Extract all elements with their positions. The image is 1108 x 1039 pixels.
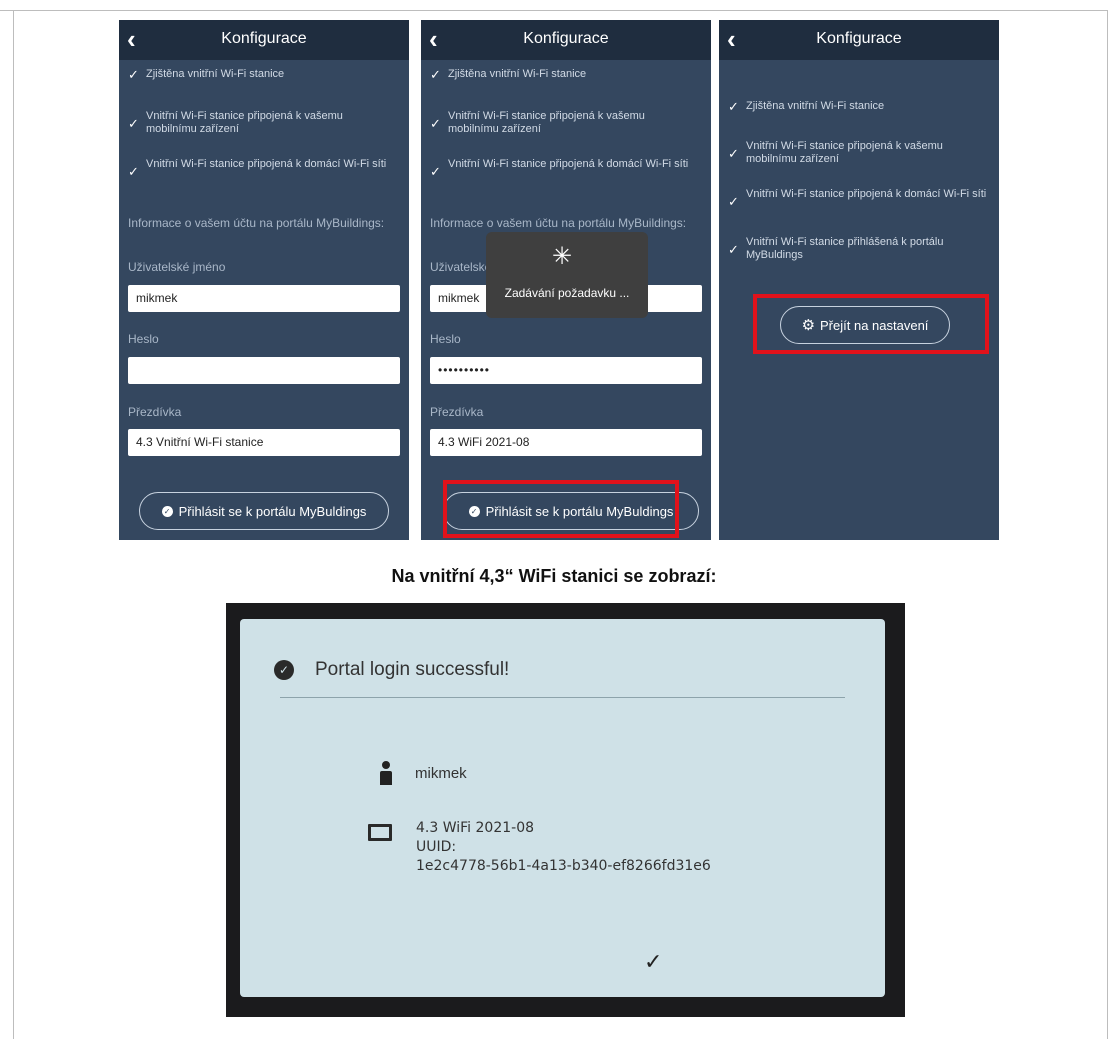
nickname-label: Přezdívka — [430, 405, 484, 419]
device-screen: ✓ Portal login successful! mikmek 4.3 Wi… — [240, 619, 885, 997]
monitor-icon — [368, 824, 392, 841]
step-connected-home-wifi: ✓ Vnitřní Wi-Fi stanice připojená k domá… — [128, 158, 387, 179]
check-icon: ✓ — [430, 67, 441, 82]
phone-screen-login-complete: ‹ Konfigurace ✓ Zjištěna vnitřní Wi-Fi s… — [719, 20, 999, 540]
device-photo: ✓ Portal login successful! mikmek 4.3 Wi… — [226, 603, 905, 1017]
account-info-label: Informace o vašem účtu na portálu MyBuil… — [128, 216, 385, 230]
username-label: Uživatelské jméno — [128, 260, 226, 274]
check-circle-icon: ✓ — [274, 660, 294, 680]
device-status-title: Portal login successful! — [315, 659, 510, 680]
step-connected-mobile: ✓ Vnitřní Wi-Fi stanice připojená k vaše… — [728, 140, 943, 165]
step-logged-in-portal: ✓ Vnitřní Wi-Fi stanice přihlášená k por… — [728, 236, 944, 261]
check-icon: ✓ — [128, 67, 139, 82]
password-input[interactable]: •••••••••• — [430, 357, 702, 384]
check-icon: ✓ — [728, 194, 739, 209]
password-input[interactable] — [128, 357, 400, 384]
nickname-input[interactable]: 4.3 Vnitřní Wi-Fi stanice — [128, 429, 400, 456]
confirm-check-icon[interactable]: ✓ — [644, 949, 662, 975]
step-connected-mobile: ✓ Vnitřní Wi-Fi stanice připojená k vaše… — [128, 110, 343, 135]
device-name: 4.3 WiFi 2021-08 — [416, 820, 535, 836]
uuid-label: UUID: — [416, 839, 457, 855]
step-station-detected: ✓ Zjištěna vnitřní Wi-Fi stanice — [128, 67, 285, 82]
password-label: Heslo — [430, 332, 461, 346]
password-label: Heslo — [128, 332, 159, 346]
uuid-value: 1e2c4778-56b1-4a13-b340-ef8266fd31e6 — [416, 858, 711, 874]
check-icon: ✓ — [430, 116, 441, 131]
phone-screen-login-progress: ‹ Konfigurace ✓ Zjištěna vnitřní Wi-Fi s… — [421, 20, 711, 540]
step-connected-mobile: ✓ Vnitřní Wi-Fi stanice připojená k vaše… — [430, 110, 645, 135]
step-connected-home-wifi: ✓ Vnitřní Wi-Fi stanice připojená k domá… — [728, 188, 987, 209]
app-bar: ‹ Konfigurace — [719, 20, 999, 60]
nickname-label: Přezdívka — [128, 405, 182, 419]
highlight-box — [753, 294, 989, 354]
progress-toast: ✳ Zadávání požadavku ... — [486, 232, 648, 318]
spinner-icon: ✳ — [552, 243, 573, 270]
check-icon: ✓ — [128, 164, 139, 179]
check-circle-icon: ✓ — [161, 506, 173, 518]
login-portal-button[interactable]: ✓ Přihlásit se k portálu MyBuldings — [139, 492, 389, 530]
app-bar: ‹ Konfigurace — [421, 20, 711, 60]
page-title: Konfigurace — [816, 30, 902, 47]
phone-screen-login-form: ‹ Konfigurace ✓ Zjištěna vnitřní Wi-Fi s… — [119, 20, 409, 540]
device-username: mikmek — [415, 765, 467, 782]
section-heading: Na vnitřní 4,3“ WiFi stanici se zobrazí: — [391, 566, 717, 586]
username-input[interactable]: mikmek — [128, 285, 400, 312]
frame-top-border — [0, 10, 1108, 11]
account-info-label: Informace o vašem účtu na portálu MyBuil… — [430, 216, 687, 230]
step-connected-home-wifi: ✓ Vnitřní Wi-Fi stanice připojená k domá… — [430, 158, 689, 179]
check-icon: ✓ — [728, 99, 739, 114]
step-station-detected: ✓ Zjištěna vnitřní Wi-Fi stanice — [728, 99, 885, 114]
page-title: Konfigurace — [221, 30, 307, 47]
app-bar: ‹ Konfigurace — [119, 20, 409, 60]
check-icon: ✓ — [728, 146, 739, 161]
frame-left-border — [13, 10, 14, 1039]
device-info: 4.3 WiFi 2021-08 UUID: 1e2c4778-56b1-4a1… — [416, 819, 711, 876]
step-station-detected: ✓ Zjištěna vnitřní Wi-Fi stanice — [430, 67, 587, 82]
nickname-input[interactable]: 4.3 WiFi 2021-08 — [430, 429, 702, 456]
person-icon — [378, 761, 394, 785]
check-icon: ✓ — [128, 116, 139, 131]
check-icon: ✓ — [430, 164, 441, 179]
page-title: Konfigurace — [523, 30, 609, 47]
check-icon: ✓ — [728, 242, 739, 257]
divider — [280, 697, 845, 698]
highlight-box — [443, 480, 679, 538]
